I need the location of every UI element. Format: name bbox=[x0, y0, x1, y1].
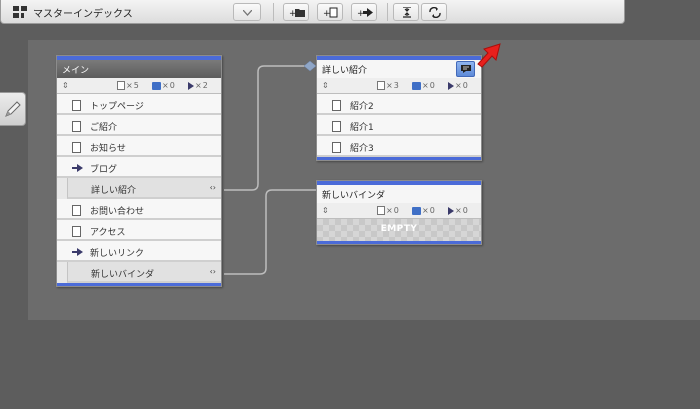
toolbar-title: マスターインデックス bbox=[33, 9, 133, 20]
list-item[interactable]: 紹介1 bbox=[317, 115, 481, 136]
list-item[interactable]: アクセス bbox=[57, 220, 221, 241]
arrow-icon bbox=[448, 206, 454, 215]
node-main[interactable]: メイン ⇕ × 5 × 0 × 2 トップページ ご紹介 お知らせ ブログ 詳しい紹介… bbox=[56, 55, 222, 287]
node-detail-header[interactable]: 詳しい紹介 bbox=[317, 56, 481, 78]
chevron-down-icon bbox=[243, 10, 252, 16]
node-binder-stats: ⇕ × 0 × 0 × 0 bbox=[317, 203, 481, 219]
link-count: × 0 bbox=[412, 206, 435, 215]
empty-placeholder[interactable]: EMPTY bbox=[317, 219, 481, 241]
arrow-count: × 0 bbox=[446, 81, 468, 90]
node-detail-title: 詳しい紹介 bbox=[322, 66, 368, 76]
page-icon bbox=[332, 100, 341, 111]
page-icon bbox=[72, 226, 81, 237]
side-tool-button[interactable] bbox=[0, 92, 26, 126]
sort-icon[interactable]: ⇕ bbox=[322, 206, 329, 215]
node-footer bbox=[317, 241, 481, 244]
comment-icon bbox=[461, 65, 471, 73]
list-item[interactable]: お問い合わせ bbox=[57, 199, 221, 220]
list-item[interactable]: ブログ bbox=[57, 157, 221, 178]
page-icon bbox=[72, 205, 81, 216]
list-item[interactable]: トップページ bbox=[57, 94, 221, 115]
page-count: × 3 bbox=[377, 81, 399, 90]
page-icon bbox=[332, 121, 341, 132]
add-page-button[interactable]: + bbox=[317, 3, 343, 21]
add-folder-button[interactable]: + bbox=[283, 3, 309, 21]
node-main-stats: ⇕ × 5 × 0 × 2 bbox=[57, 78, 221, 94]
index-dropdown-button[interactable] bbox=[233, 3, 261, 21]
list-item[interactable]: ご紹介 bbox=[57, 115, 221, 136]
expand-icon[interactable]: ‹› bbox=[210, 267, 216, 276]
arrow-count: × 2 bbox=[186, 81, 208, 90]
list-item[interactable]: 詳しい紹介 ‹› bbox=[67, 178, 221, 199]
list-item[interactable]: 新しいバインダ ‹› bbox=[67, 262, 221, 283]
node-binder-title: 新しいバインダ bbox=[322, 191, 386, 201]
link-arrow-icon bbox=[72, 164, 84, 172]
page-icon bbox=[72, 142, 81, 153]
list-item[interactable]: 紹介3 bbox=[317, 136, 481, 157]
link-count: × 0 bbox=[412, 81, 435, 90]
page-count: × 5 bbox=[117, 81, 139, 90]
link-icon bbox=[412, 81, 421, 90]
index-logo-icon bbox=[13, 6, 27, 18]
toolbar: マスターインデックス + + + bbox=[0, 0, 625, 24]
swap-icon bbox=[429, 7, 441, 18]
link-arrow-icon bbox=[72, 248, 84, 256]
node-binder[interactable]: 新しいバインダ ⇕ × 0 × 0 × 0 EMPTY bbox=[316, 180, 482, 245]
page-icon bbox=[117, 81, 125, 90]
page-icon bbox=[72, 100, 81, 111]
node-footer bbox=[317, 157, 481, 160]
toolbar-divider bbox=[387, 3, 388, 21]
expand-icon[interactable]: ‹› bbox=[210, 183, 216, 192]
arrow-count: × 0 bbox=[446, 206, 468, 215]
link-icon bbox=[152, 81, 161, 90]
add-link-icon: + bbox=[357, 8, 373, 18]
sort-icon[interactable]: ⇕ bbox=[322, 81, 329, 90]
list-item[interactable]: 紹介2 bbox=[317, 94, 481, 115]
add-folder-icon: + bbox=[289, 9, 305, 18]
toolbar-divider bbox=[273, 3, 274, 21]
link-count: × 0 bbox=[152, 81, 175, 90]
list-item[interactable]: お知らせ bbox=[57, 136, 221, 157]
page-icon bbox=[332, 142, 341, 153]
node-detail-stats: ⇕ × 3 × 0 × 0 bbox=[317, 78, 481, 94]
node-binder-header[interactable]: 新しいバインダ bbox=[317, 181, 481, 203]
node-main-title: メイン bbox=[62, 66, 90, 76]
arrow-icon bbox=[448, 81, 454, 90]
add-page-icon: + bbox=[323, 7, 338, 18]
pen-icon bbox=[5, 101, 21, 117]
node-footer bbox=[57, 283, 221, 286]
list-item[interactable]: 新しいリンク bbox=[57, 241, 221, 262]
link-icon bbox=[412, 206, 421, 215]
svg-text:+: + bbox=[323, 9, 331, 18]
node-detail[interactable]: 詳しい紹介 ⇕ × 3 × 0 × 0 紹介2 紹介1 紹介3 bbox=[316, 55, 482, 161]
arrow-icon bbox=[188, 81, 194, 90]
align-icon bbox=[403, 7, 411, 18]
page-icon bbox=[377, 81, 385, 90]
node-main-header[interactable]: メイン bbox=[57, 56, 221, 78]
swap-button[interactable] bbox=[421, 3, 447, 21]
page-icon bbox=[377, 206, 385, 215]
page-icon bbox=[72, 121, 81, 132]
add-link-button[interactable]: + bbox=[351, 3, 377, 21]
sort-icon[interactable]: ⇕ bbox=[62, 81, 69, 90]
page-count: × 0 bbox=[377, 206, 399, 215]
annotation-arrow-icon bbox=[477, 43, 501, 68]
comment-button[interactable] bbox=[456, 61, 475, 77]
align-button[interactable] bbox=[393, 3, 419, 21]
